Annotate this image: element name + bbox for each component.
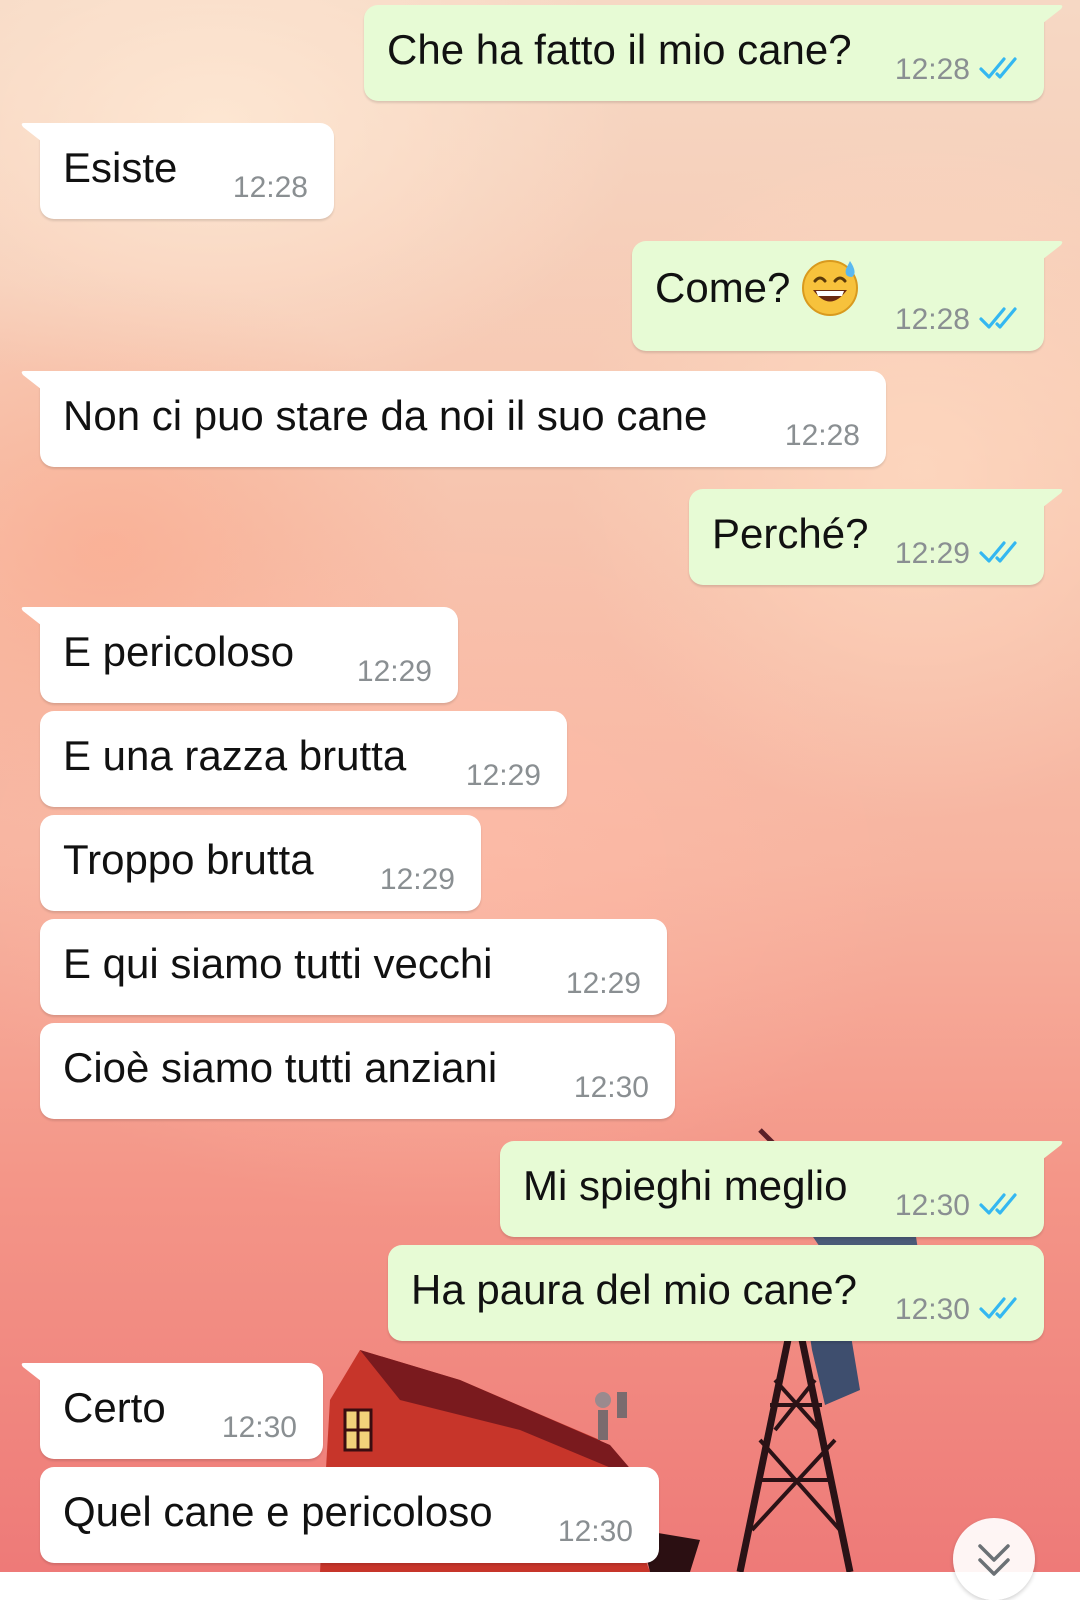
message-text: Ha paura del mio cane? <box>411 1266 857 1313</box>
scroll-to-bottom-button[interactable] <box>953 1518 1035 1600</box>
message-text: Che ha fatto il mio cane? <box>387 26 852 73</box>
bubble-tail <box>21 123 46 145</box>
bubble-tail <box>1038 5 1063 27</box>
message-text-wrapper: Troppo brutta <box>63 835 314 885</box>
message-text-wrapper: Mi spieghi meglio <box>523 1161 847 1211</box>
message-text: Cioè siamo tutti anziani <box>63 1044 498 1091</box>
incoming-message-bubble[interactable]: Certo 12:30 <box>21 1363 323 1459</box>
message-text-wrapper: Cioè siamo tutti anziani <box>63 1043 497 1093</box>
double-check-icon <box>979 1193 1017 1215</box>
message-text-wrapper: Ha paura del mio cane? <box>411 1265 857 1315</box>
message-timestamp: 12:28 <box>894 303 970 336</box>
message-timestamp: 12:29 <box>379 863 455 896</box>
message-text-wrapper: Che ha fatto il mio cane? <box>387 25 852 75</box>
outgoing-message-bubble[interactable]: Ha paura del mio cane? 12:30 <box>388 1245 1044 1341</box>
bubble-tail <box>21 607 46 629</box>
message-text-wrapper: Esiste <box>63 143 177 193</box>
message-timestamp: 12:30 <box>573 1071 649 1104</box>
message-text-wrapper: E qui siamo tutti vecchi <box>63 939 493 989</box>
message-timestamp: 12:30 <box>894 1189 970 1222</box>
message-text-wrapper: Certo <box>63 1383 166 1433</box>
message-text: Come? <box>655 264 791 311</box>
message-timestamp: 12:28 <box>784 419 860 452</box>
double-check-icon <box>979 57 1017 79</box>
message-timestamp: 12:30 <box>221 1411 297 1444</box>
incoming-message-bubble[interactable]: E una razza brutta 12:29 <box>40 711 567 807</box>
double-check-icon <box>979 307 1017 329</box>
grinning-face-with-sweat-icon <box>802 259 859 316</box>
outgoing-message-bubble[interactable]: Mi spieghi meglio 12:30 <box>500 1141 1063 1237</box>
bubble-tail <box>1038 489 1063 511</box>
message-timestamp: 12:30 <box>557 1515 633 1548</box>
double-check-icon <box>979 541 1017 563</box>
message-text: E pericoloso <box>63 628 295 675</box>
message-text: Certo <box>63 1384 166 1431</box>
bubble-tail <box>1038 1141 1063 1163</box>
message-text: Troppo brutta <box>63 836 314 883</box>
message-text-wrapper: E pericoloso <box>63 627 294 677</box>
message-timestamp: 12:29 <box>565 967 641 1000</box>
incoming-message-bubble[interactable]: Non ci puo stare da noi il suo cane 12:28 <box>21 371 886 467</box>
message-text-wrapper: Quel cane e pericoloso <box>63 1487 493 1537</box>
incoming-message-bubble[interactable]: Quel cane e pericoloso 12:30 <box>40 1467 659 1563</box>
message-text: E qui siamo tutti vecchi <box>63 940 493 987</box>
message-timestamp: 12:28 <box>232 171 308 204</box>
message-timestamp: 12:30 <box>894 1293 970 1326</box>
incoming-message-bubble[interactable]: E qui siamo tutti vecchi 12:29 <box>40 919 667 1015</box>
message-text-wrapper: Come? <box>655 259 860 317</box>
outgoing-message-bubble[interactable]: Che ha fatto il mio cane? 12:28 <box>364 5 1063 101</box>
message-timestamp: 12:29 <box>356 655 432 688</box>
message-text-wrapper: Perché? <box>712 509 868 559</box>
message-text: E una razza brutta <box>63 732 407 779</box>
message-text-wrapper: Non ci puo stare da noi il suo cane <box>63 391 707 441</box>
message-text: Perché? <box>712 510 869 557</box>
incoming-message-bubble[interactable]: Cioè siamo tutti anziani 12:30 <box>40 1023 675 1119</box>
bubble-tail <box>21 371 46 393</box>
outgoing-message-bubble[interactable]: Come? 12:28 <box>632 241 1063 351</box>
incoming-message-bubble[interactable]: E pericoloso 12:29 <box>21 607 458 703</box>
bubble-tail <box>1038 241 1063 263</box>
outgoing-message-bubble[interactable]: Perché? 12:29 <box>689 489 1063 585</box>
message-timestamp: 12:29 <box>894 537 970 570</box>
message-text-wrapper: E una razza brutta <box>63 731 406 781</box>
double-chevron-down-icon <box>978 1544 1010 1576</box>
bubble-tail <box>21 1363 46 1385</box>
message-timestamp: 12:29 <box>465 759 541 792</box>
message-text: Esiste <box>63 144 178 191</box>
incoming-message-bubble[interactable]: Esiste 12:28 <box>21 123 334 219</box>
message-text: Mi spieghi meglio <box>523 1162 848 1209</box>
incoming-message-bubble[interactable]: Troppo brutta 12:29 <box>40 815 481 911</box>
double-check-icon <box>979 1297 1017 1319</box>
message-text: Non ci puo stare da noi il suo cane <box>63 392 708 439</box>
message-timestamp: 12:28 <box>894 53 970 86</box>
message-text: Quel cane e pericoloso <box>63 1488 493 1535</box>
